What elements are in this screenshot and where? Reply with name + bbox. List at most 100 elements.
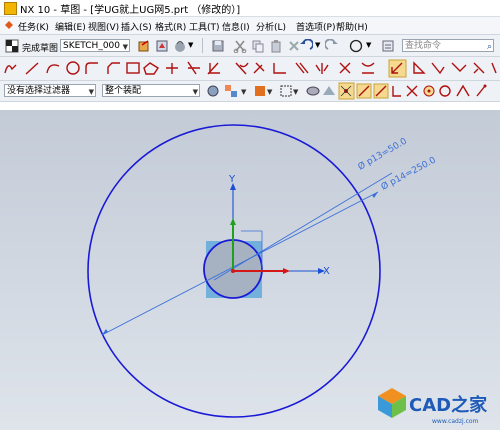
quadrant-snap-icon[interactable] <box>439 85 451 97</box>
general-selection-icon[interactable] <box>207 85 219 97</box>
save-icon[interactable] <box>210 38 225 53</box>
line-icon[interactable] <box>25 62 39 75</box>
arc-icon[interactable] <box>46 64 60 74</box>
search-icon: ⌕ <box>486 42 492 52</box>
sketch-name-dropdown[interactable]: SKETCH_000 ▼ <box>60 39 130 52</box>
z-axis-arrow <box>230 218 236 225</box>
cad-home-watermark: CAD之家 www.cadzj.com <box>378 388 488 425</box>
selection-box-icon[interactable] <box>280 85 292 97</box>
show-hide-icon[interactable] <box>255 86 265 96</box>
dimension-line-p14[interactable] <box>101 191 379 336</box>
undo-icon[interactable] <box>298 38 313 53</box>
dimension-line-p13[interactable] <box>213 172 393 281</box>
window-options-icon[interactable] <box>380 38 395 53</box>
chamfer-icon[interactable] <box>107 62 120 74</box>
circle-select-icon[interactable] <box>348 38 363 53</box>
rectangle-icon[interactable] <box>126 62 140 74</box>
dimension-label-p13[interactable]: Ø p13=50.0 <box>356 136 409 173</box>
menu-grip-icon[interactable] <box>4 20 14 30</box>
arc-center-snap-icon[interactable] <box>423 85 435 97</box>
menu-preferences[interactable]: 首选项(P) <box>296 20 335 33</box>
sketch-tools-strip <box>4 59 497 78</box>
paste-icon[interactable] <box>268 38 283 53</box>
selection-toolbar: 没有选择过滤器 ▼ 整个装配 ▼ ▼ ▼ ▼ <box>0 81 500 102</box>
finish-sketch-icon[interactable] <box>4 38 19 53</box>
selection-icons-strip: ▼ ▼ ▼ <box>207 82 487 100</box>
origin-point[interactable] <box>231 269 235 273</box>
watermark-url: www.cadzj.com <box>432 418 479 425</box>
face-rule-icon[interactable] <box>323 86 335 95</box>
pattern-curve-icon[interactable] <box>207 62 220 75</box>
make-corner-icon[interactable] <box>273 63 286 74</box>
point-on-curve-snap-icon[interactable] <box>456 84 470 97</box>
offset-curve-icon[interactable] <box>187 61 200 75</box>
reattach-icon[interactable] <box>154 38 169 53</box>
graphics-window[interactable]: Ø p13=50.0 Ø p14=250.0 Y X CAD之家 www.cad… <box>0 110 500 430</box>
menu-info[interactable]: 信息(I) <box>222 20 250 33</box>
menu-bar: 任务(K) 编辑(E) 视图(V) 插入(S) 格式(R) 工具(T) 信息(I… <box>0 17 500 35</box>
intersection-snap-icon[interactable] <box>406 85 418 97</box>
quick-trim-icon[interactable] <box>235 62 249 75</box>
quick-extend-icon[interactable] <box>253 62 265 74</box>
title-bar: NX 10 - 草图 - [学UG就上UG网5.prt （修改的）] <box>0 0 500 17</box>
convert-reference-icon[interactable] <box>491 62 497 74</box>
svg-text:▼: ▼ <box>293 88 299 96</box>
profile-icon[interactable] <box>4 64 17 74</box>
cut-icon[interactable] <box>232 38 247 53</box>
type-filter-value: 没有选择过滤器 <box>7 86 71 96</box>
command-search-placeholder: 查找命令 <box>405 41 442 51</box>
circle-icon[interactable] <box>66 61 80 75</box>
dimension-arrow <box>102 329 108 335</box>
finish-sketch-label[interactable]: 完成草图 <box>22 41 58 54</box>
chevron-down-icon: ▼ <box>122 43 128 51</box>
svg-text:▼: ▼ <box>241 88 247 96</box>
control-point-snap-icon[interactable] <box>392 86 401 97</box>
menu-tools[interactable]: 工具(T) <box>189 20 220 33</box>
menu-insert[interactable]: 插入(S) <box>121 20 152 33</box>
y-axis-label: Y <box>228 174 236 185</box>
auto-constrain-icon[interactable] <box>451 62 467 72</box>
sketch-toolbar <box>0 57 500 81</box>
selection-scope-dropdown[interactable]: 整个装配 ▼ <box>102 84 200 97</box>
endpoint-snap-icon[interactable] <box>356 83 372 99</box>
rapid-dimension-icon[interactable] <box>413 61 426 74</box>
watermark-brand: CAD之家 <box>409 394 488 416</box>
menu-help[interactable]: 帮助(H) <box>336 20 368 33</box>
type-filter-dropdown[interactable]: 没有选择过滤器 ▼ <box>4 84 96 97</box>
mirror-curve-icon[interactable] <box>315 63 329 74</box>
derived-line-icon[interactable] <box>295 62 309 74</box>
selection-scope-value: 整个装配 <box>105 86 142 96</box>
svg-text:▼: ▼ <box>267 88 273 96</box>
nx-logo-icon <box>4 2 17 15</box>
copy-icon[interactable] <box>250 38 265 53</box>
redo-icon[interactable] <box>324 38 339 53</box>
feature-selection-icon[interactable] <box>225 85 237 97</box>
dimension-arrow <box>372 192 378 198</box>
sketch-canvas[interactable]: Ø p13=50.0 Ø p14=250.0 Y X CAD之家 www.cad… <box>0 110 500 430</box>
undo-dropdown-icon[interactable]: ▼ <box>315 41 320 49</box>
menu-analysis[interactable]: 分析(L) <box>256 20 286 33</box>
dimension-label-p14[interactable]: Ø p14=250.0 <box>379 154 438 192</box>
chevron-down-icon: ▼ <box>88 88 94 96</box>
relations-browser-icon[interactable] <box>473 62 485 74</box>
display-constraints-icon[interactable] <box>431 62 445 75</box>
midpoint-snap-icon[interactable] <box>373 83 389 99</box>
intersection-icon[interactable] <box>339 62 351 74</box>
menu-edit[interactable]: 编辑(E) <box>55 20 86 33</box>
fillet-icon[interactable] <box>85 62 98 74</box>
style-dropdown-icon[interactable]: ▼ <box>188 41 193 49</box>
separator <box>202 38 203 53</box>
curve-rule-icon[interactable] <box>306 86 320 96</box>
project-curve-icon[interactable] <box>361 62 375 74</box>
menu-task[interactable]: 任务(K) <box>18 20 49 33</box>
sketch-style-icon[interactable] <box>172 38 187 53</box>
polygon-icon[interactable] <box>143 62 159 75</box>
point-icon[interactable] <box>166 63 178 74</box>
command-search-input[interactable]: 查找命令 ⌕ <box>402 39 494 52</box>
sketch-name-value: SKETCH_000 <box>63 41 121 51</box>
menu-view[interactable]: 视图(V) <box>88 20 119 33</box>
menu-format[interactable]: 格式(R) <box>155 20 186 33</box>
existing-point-snap-icon[interactable] <box>476 84 487 97</box>
orient-view-icon[interactable] <box>136 38 151 53</box>
select-dropdown-icon[interactable]: ▼ <box>366 41 371 49</box>
